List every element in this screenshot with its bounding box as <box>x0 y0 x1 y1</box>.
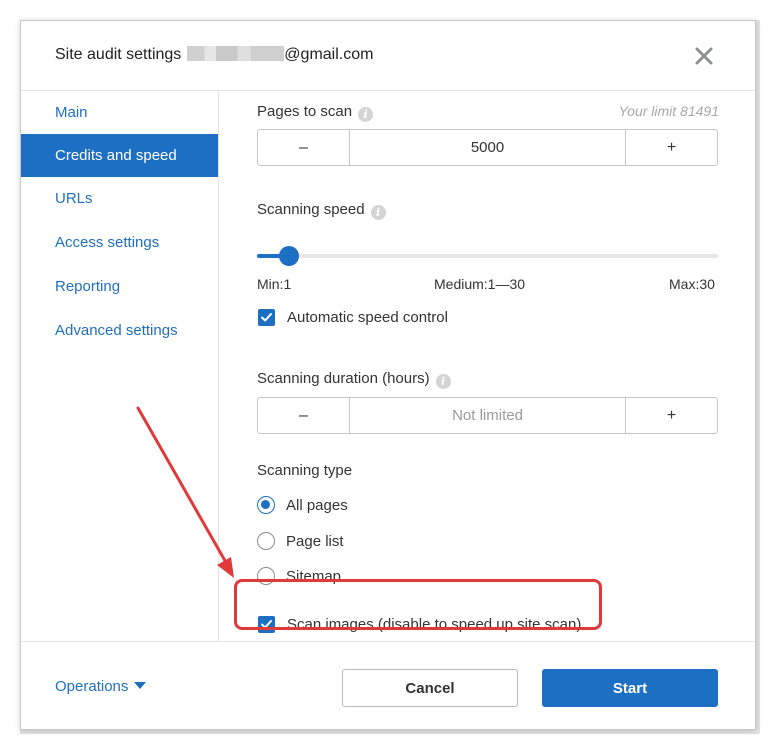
radio-sitemap[interactable] <box>257 567 275 585</box>
sidebar-item-credits-and-speed[interactable]: Credits and speed <box>21 134 218 177</box>
radio-page-list[interactable] <box>257 532 275 550</box>
site-audit-settings-dialog: Site audit settings @gmail.com Main Credi… <box>20 20 756 730</box>
info-icon[interactable]: i <box>435 374 451 389</box>
sidebar-item-urls[interactable]: URLs <box>21 177 218 220</box>
scanning-type-label: Scanning type <box>257 462 353 479</box>
speed-medium-label: Medium:1—30 <box>434 276 526 292</box>
automatic-speed-label[interactable]: Automatic speed control <box>287 309 448 326</box>
info-icon[interactable]: i <box>370 205 386 220</box>
window-edge-bottom <box>20 730 760 734</box>
dialog-title-text: Site audit settings <box>55 46 182 63</box>
dialog-header: Site audit settings @gmail.com <box>21 21 755 91</box>
scanning-duration-label-text: Scanning duration (hours) <box>257 370 430 387</box>
speed-max-label: Max:30 <box>669 276 715 292</box>
info-icon[interactable]: i <box>358 107 374 122</box>
radio-all-pages[interactable] <box>257 496 275 514</box>
pages-to-scan-label: Pages to scan i <box>257 103 374 122</box>
scan-images-label[interactable]: Scan images (disable to speed up site sc… <box>287 616 581 633</box>
radio-page-list-label[interactable]: Page list <box>286 533 344 550</box>
operations-label: Operations <box>55 678 129 695</box>
radio-sitemap-label[interactable]: Sitemap <box>286 568 341 585</box>
slider-thumb[interactable] <box>279 246 299 266</box>
duration-decrement-button[interactable]: – <box>258 398 350 433</box>
scanning-speed-label-text: Scanning speed <box>257 201 365 218</box>
scanning-duration-label: Scanning duration (hours) i <box>257 370 451 389</box>
settings-sidebar: Main Credits and speed URLs Access setti… <box>21 91 219 641</box>
sidebar-item-advanced-settings[interactable]: Advanced settings <box>21 309 218 352</box>
checkmark-icon <box>261 313 272 322</box>
cancel-button[interactable]: Cancel <box>342 669 518 707</box>
scanning-duration-stepper: – Not limited + <box>257 397 718 434</box>
caret-down-icon <box>134 682 147 689</box>
sidebar-item-access-settings[interactable]: Access settings <box>21 221 218 264</box>
close-icon[interactable] <box>693 45 715 67</box>
start-button[interactable]: Start <box>542 669 718 707</box>
pages-decrement-button[interactable]: – <box>258 130 350 165</box>
limit-text: Your limit 81491 <box>618 103 719 119</box>
automatic-speed-checkbox[interactable] <box>258 309 275 326</box>
dialog-footer: Operations Cancel Start <box>21 641 755 729</box>
scanning-duration-input[interactable]: Not limited <box>350 398 625 433</box>
radio-all-pages-label[interactable]: All pages <box>286 497 348 514</box>
redacted-email-user <box>187 46 285 61</box>
window-edge-right <box>756 20 760 730</box>
dialog-email-suffix: @gmail.com <box>284 46 374 63</box>
settings-content: Pages to scan i Your limit 81491 – 5000 +… <box>219 91 755 641</box>
dialog-title: Site audit settings @gmail.com <box>55 46 373 64</box>
pages-increment-button[interactable]: + <box>625 130 717 165</box>
operations-dropdown[interactable]: Operations <box>55 678 147 695</box>
speed-min-label: Min:1 <box>257 276 292 292</box>
checkmark-icon <box>261 620 272 629</box>
pages-to-scan-stepper: – 5000 + <box>257 129 718 166</box>
pages-to-scan-input[interactable]: 5000 <box>350 130 625 165</box>
duration-increment-button[interactable]: + <box>625 398 717 433</box>
scanning-speed-slider[interactable] <box>257 246 718 266</box>
pages-to-scan-label-text: Pages to scan <box>257 103 353 120</box>
scan-images-checkbox[interactable] <box>258 616 275 633</box>
sidebar-item-main[interactable]: Main <box>21 91 218 134</box>
scanning-speed-label: Scanning speed i <box>257 201 386 220</box>
sidebar-item-reporting[interactable]: Reporting <box>21 265 218 308</box>
